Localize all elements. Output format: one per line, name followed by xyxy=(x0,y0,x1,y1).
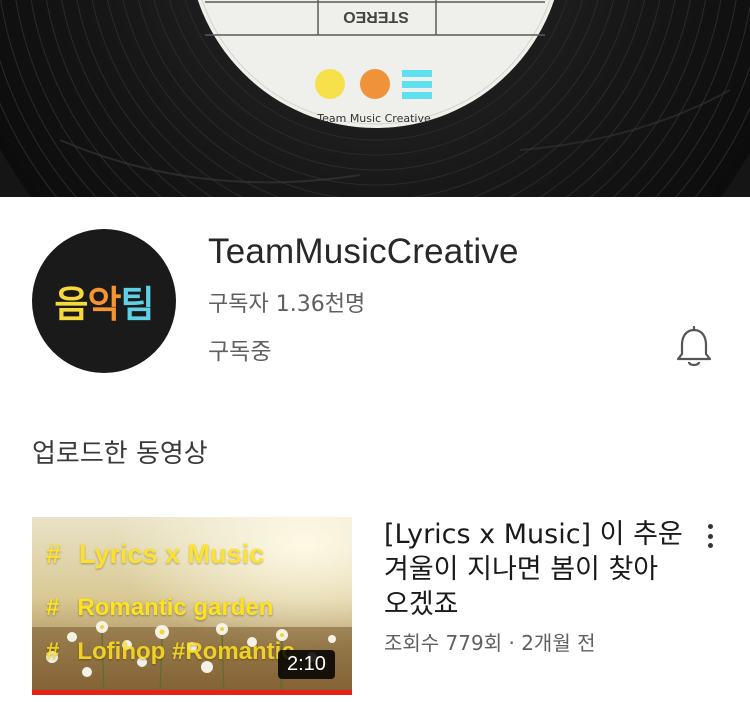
stereo-label: STEREO xyxy=(343,8,409,25)
thumbnail-caption-3: # Lofihop #Romantic xyxy=(46,638,295,665)
subscribed-button[interactable]: 구독중 xyxy=(208,332,271,366)
avatar-logo-text: 음악팀 xyxy=(54,274,155,328)
video-list-item[interactable]: # Lyrics x Music # Romantic garden # Lofiho… xyxy=(32,517,732,697)
subscriber-count: 구독자 1.36천명 xyxy=(208,292,366,317)
channel-banner: STEREO Team Music Creative xyxy=(0,0,750,197)
video-meta: 조회수 779회 · 2개월 전 xyxy=(384,631,596,655)
banner-brand-text: Team Music Creative xyxy=(316,112,431,125)
bell-icon[interactable] xyxy=(674,325,714,370)
channel-name: TeamMusicCreative xyxy=(208,232,519,271)
avatar-char-2: 악 xyxy=(87,283,121,326)
video-title[interactable]: [Lyrics x Music] 이 추운 겨울이 지나면 봄이 찾아 오겠죠 xyxy=(384,517,684,622)
channel-avatar[interactable]: 음악팀 xyxy=(32,229,176,373)
uploaded-videos-heading: 업로드한 동영상 xyxy=(32,439,208,469)
avatar-char-1: 음 xyxy=(54,283,88,326)
thumbnail-caption-1: # Lyrics x Music xyxy=(46,539,265,569)
vinyl-record-art: STEREO Team Music Creative xyxy=(0,0,750,197)
more-vert-icon[interactable] xyxy=(700,521,720,551)
watch-progress-bar xyxy=(32,690,352,695)
thumbnail-caption-2: # Romantic garden xyxy=(46,594,274,621)
video-duration-badge: 2:10 xyxy=(278,650,335,679)
avatar-char-3: 팀 xyxy=(120,283,155,326)
video-thumbnail[interactable]: # Lyrics x Music # Romantic garden # Lofiho… xyxy=(32,517,352,695)
